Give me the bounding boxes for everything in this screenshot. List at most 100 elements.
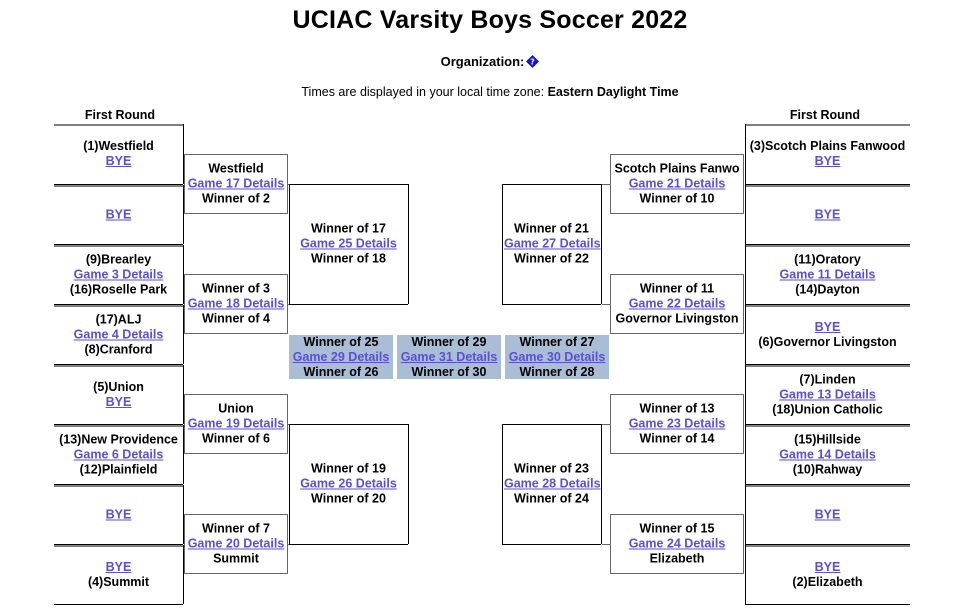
bracket-cell: Winner of 19 Game 26 Details Winner of 2… (289, 424, 408, 544)
bye-link[interactable]: BYE (747, 154, 908, 169)
team-bottom: (18)Union Catholic (772, 402, 883, 416)
team-bottom: (16)Roselle Park (69, 282, 168, 296)
bracket-cell: Scotch Plains Fanwo Game 21 Details Winn… (610, 154, 744, 214)
team-top: Winner of 19 (311, 461, 386, 476)
bracket-cell: (15)Hillside Game 14 Details (10)Rahway (745, 425, 910, 484)
cell-rule (289, 304, 408, 305)
bye-link[interactable]: BYE (56, 207, 181, 222)
bracket-cell: (7)Linden Game 13 Details (18)Union Cath… (745, 365, 910, 424)
bracket-cell: Winner of 3 Game 18 Details Winner of 4 (184, 274, 288, 334)
team-bottom: (12)Plainfield (79, 462, 158, 476)
game-details-link[interactable]: Game 3 Details (56, 267, 181, 282)
team-bottom: (4)Summit (87, 574, 150, 589)
team-top: Winner of 3 (202, 281, 270, 296)
game-details-link[interactable]: Game 20 Details (186, 537, 286, 552)
bracket-cell: Winner of 13 Game 23 Details Winner of 1… (610, 394, 744, 454)
game-details-link[interactable]: Game 11 Details (747, 267, 908, 282)
game-details-link[interactable]: Game 28 Details (504, 477, 601, 492)
team-bottom: Winner of 30 (411, 364, 487, 379)
cell-stem (602, 304, 610, 305)
game-details-link[interactable]: Game 27 Details (504, 237, 601, 252)
bracket-cell: BYE (54, 185, 183, 244)
game-details-link[interactable]: Game 13 Details (747, 387, 908, 402)
game-details-link[interactable]: Game 26 Details (291, 477, 406, 492)
bracket-cell: Winner of 11 Game 22 Details Governor Li… (610, 274, 744, 334)
bracket-cell: BYE (745, 485, 910, 544)
cell-rule (601, 184, 602, 304)
bye-link[interactable]: BYE (747, 560, 908, 575)
game-details-link[interactable]: Game 18 Details (186, 297, 286, 312)
team-top: Winner of 23 (514, 461, 589, 476)
team-bottom: (6)Governor Livingston (758, 334, 897, 349)
cell-stem (602, 544, 610, 545)
team-bottom: Winner of 26 (303, 364, 379, 379)
final-box[interactable]: Winner of 29 Game 31 Details Winner of 3… (397, 335, 501, 379)
team-top: Union (218, 401, 254, 416)
bracket-cell: BYE (54, 485, 183, 544)
game-details-link[interactable]: Game 24 Details (612, 537, 742, 552)
semifinal-left-box[interactable]: Winner of 25 Game 29 Details Winner of 2… (289, 335, 393, 379)
cell-stem (602, 424, 610, 425)
team-bottom: Winner of 14 (639, 431, 715, 446)
game-details-link[interactable]: Game 6 Details (56, 447, 181, 462)
team-top: (3)Scotch Plains Fanwood (749, 139, 906, 153)
team-bottom: (14)Dayton (795, 282, 860, 296)
game-details-link[interactable]: Game 22 Details (612, 297, 742, 312)
team-top: (17)ALJ (95, 312, 142, 326)
game-details-link[interactable]: Game 19 Details (186, 417, 286, 432)
team-top: (9)Brearley (85, 252, 152, 266)
team-top: Winner of 13 (639, 401, 715, 416)
team-top: Winner of 7 (202, 521, 270, 536)
team-bottom: Winner of 6 (202, 431, 270, 446)
cell-rule (502, 544, 601, 545)
team-top: (15)Hillside (794, 432, 861, 446)
game-details-link[interactable]: Game 29 Details (289, 350, 393, 365)
bracket-cell: BYE (6)Governor Livingston (745, 305, 910, 364)
bye-link[interactable]: BYE (747, 207, 908, 222)
bracket-cell: BYE (745, 185, 910, 244)
game-details-link[interactable]: Game 23 Details (612, 417, 742, 432)
team-top: Winner of 17 (311, 221, 386, 236)
bye-link[interactable]: BYE (56, 560, 181, 575)
team-bottom: (8)Cranford (84, 342, 153, 356)
game-details-link[interactable]: Game 21 Details (612, 177, 742, 192)
semifinal-right-box[interactable]: Winner of 27 Game 30 Details Winner of 2… (505, 335, 609, 379)
team-top: Winner of 11 (639, 281, 715, 296)
team-top: Winner of 21 (514, 221, 589, 236)
team-bottom: Winner of 4 (202, 311, 270, 326)
bracket-cell: BYE (2)Elizabeth (745, 545, 910, 604)
team-bottom: Winner of 28 (519, 364, 595, 379)
team-bottom: Winner of 18 (311, 251, 386, 266)
game-details-link[interactable]: Game 25 Details (291, 237, 406, 252)
bracket-cell: Westfield Game 17 Details Winner of 2 (184, 154, 288, 214)
team-top: (11)Oratory (794, 252, 861, 266)
bracket-cell: (1)Westfield BYE (54, 124, 183, 184)
team-top: (5)Union (93, 379, 144, 394)
team-top: Winner of 15 (639, 521, 715, 536)
team-bottom: Winner of 2 (202, 191, 270, 206)
game-details-link[interactable]: Game 14 Details (747, 447, 908, 462)
game-details-link[interactable]: Game 31 Details (397, 350, 501, 365)
team-top: Winner of 25 (303, 334, 379, 349)
bye-link[interactable]: BYE (56, 507, 181, 522)
bracket-cell: Winner of 15 Game 24 Details Elizabeth (610, 514, 744, 574)
cell-rule (408, 184, 409, 304)
bye-link[interactable]: BYE (747, 507, 908, 522)
team-top: (7)Linden (799, 372, 856, 386)
bye-link[interactable]: BYE (747, 320, 908, 335)
team-bottom: Elizabeth (649, 551, 705, 566)
cell-rule (601, 424, 602, 544)
bracket-cell: BYE (4)Summit (54, 545, 183, 604)
bracket-cell: (3)Scotch Plains Fanwood BYE (745, 124, 910, 184)
game-details-link[interactable]: Game 17 Details (186, 177, 286, 192)
bye-link[interactable]: BYE (56, 395, 181, 410)
bye-link[interactable]: BYE (56, 154, 181, 169)
team-top: (13)New Providence (59, 432, 178, 446)
bracket-cell: (9)Brearley Game 3 Details (16)Roselle P… (54, 245, 183, 304)
round-label-first-round-left: First Round (84, 108, 156, 122)
team-bottom: Winner of 24 (514, 491, 589, 506)
tournament-bracket: First Round First Round (1)Westfield BYE… (0, 6, 980, 609)
cell-rule (745, 604, 910, 605)
game-details-link[interactable]: Game 30 Details (505, 350, 609, 365)
game-details-link[interactable]: Game 4 Details (56, 327, 181, 342)
